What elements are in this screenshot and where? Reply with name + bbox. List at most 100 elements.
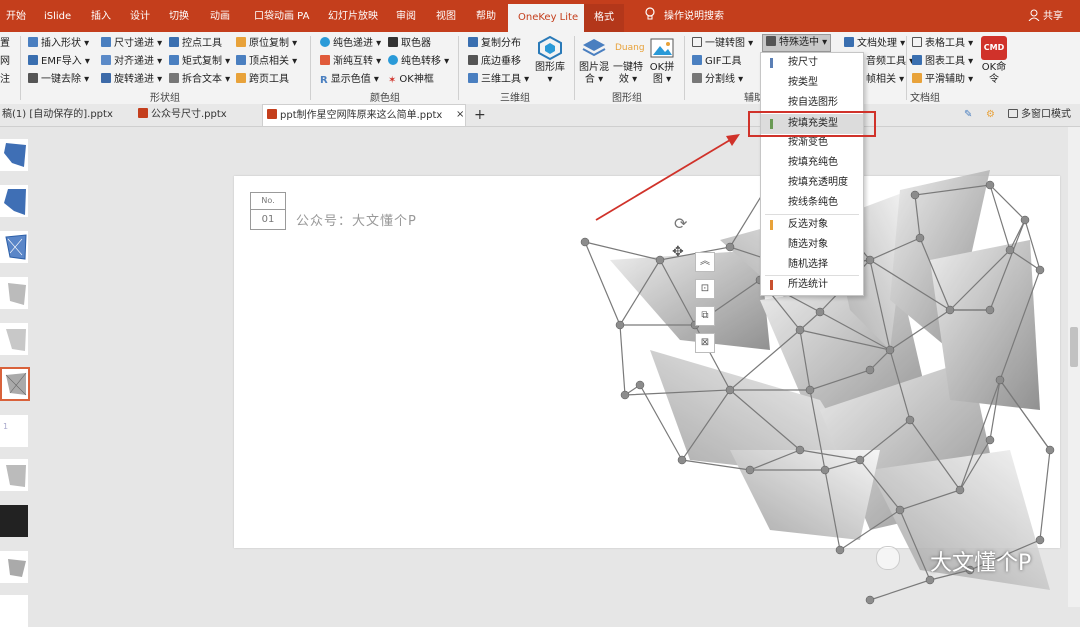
vertical-scrollbar[interactable] — [1068, 127, 1080, 607]
scrollbar-thumb[interactable] — [1070, 327, 1078, 367]
image-group-label: 图形组 — [612, 93, 642, 104]
solid-color-progression-button[interactable]: 纯色递进 ▾ — [320, 36, 381, 52]
doc-tab-active[interactable]: ppt制作星空网阵原来这么简单.pptx — [262, 104, 466, 126]
color-group-label: 颜色组 — [370, 93, 400, 104]
menu-item-by-fill-transparency[interactable]: 按填充透明度 — [761, 173, 863, 193]
settings-gear-icon[interactable]: ⚙ — [986, 104, 995, 126]
slide-thumbnail[interactable] — [0, 551, 28, 583]
tab-transition[interactable]: 切换 — [169, 0, 189, 32]
slide-thumbnail[interactable]: 1 — [0, 415, 28, 447]
copy-icon — [236, 37, 246, 47]
slide-thumbnail[interactable] — [0, 323, 28, 355]
collapse-toolbar-icon[interactable]: ︽ — [695, 252, 715, 272]
pin-icon[interactable]: ✎ — [964, 104, 972, 126]
matrix-icon — [169, 55, 179, 65]
gif-tool-button[interactable]: GIF工具 — [692, 54, 741, 70]
slide-thumbnail[interactable] — [0, 277, 28, 309]
ok-frame-icon: ✶ — [388, 75, 397, 86]
copy-distribute-button[interactable]: 复制分布 — [468, 36, 521, 52]
handle-tool-button[interactable]: 控点工具 — [169, 36, 222, 52]
menu-item-by-size[interactable]: 按尺寸 — [761, 53, 863, 73]
number-value: 01 — [261, 214, 275, 225]
bottom-vertical-move-button[interactable]: 底边垂移 — [468, 54, 521, 70]
distribute-icon — [468, 37, 478, 47]
size-progression-button[interactable]: 尺寸递进 ▾ — [101, 36, 162, 52]
menu-item-by-type[interactable]: 按类型 — [761, 73, 863, 93]
slide-thumbnail[interactable] — [0, 231, 28, 263]
doc-tab-autosave[interactable]: 稿(1) [自动保存的].pptx — [0, 104, 134, 126]
tab-home[interactable]: 开始 — [6, 0, 26, 32]
share-button[interactable]: 共享 — [1043, 0, 1063, 32]
3d-tool-button[interactable]: 三维工具 ▾ — [468, 72, 529, 88]
slide-thumbnail[interactable] — [0, 139, 28, 171]
smooth-assist-button[interactable]: 平滑辅助 ▾ — [912, 72, 973, 88]
tab-review[interactable]: 审阅 — [396, 0, 416, 32]
solid-color-transfer-button[interactable]: 纯色转移 ▾ — [388, 54, 449, 70]
tab-slideshow[interactable]: 幻灯片放映 — [328, 0, 378, 32]
one-key-remove-button[interactable]: 一键去除 ▾ — [28, 72, 89, 88]
document-process-button[interactable]: 文档处理 ▾ — [844, 36, 905, 52]
menu-item-by-fill-solid[interactable]: 按填充纯色 — [761, 153, 863, 173]
tab-view[interactable]: 视图 — [436, 0, 456, 32]
menu-item-invert-selection[interactable]: 反选对象 — [761, 215, 863, 235]
slide-thumbnail-selected[interactable] — [0, 367, 30, 401]
align-progression-button[interactable]: 对齐递进 ▾ — [101, 54, 162, 70]
menu-item-random-select[interactable]: 随机选择 — [761, 255, 863, 275]
layout-options-icon[interactable]: ⧉ — [695, 306, 715, 326]
show-color-value-button[interactable]: R 显示色值 ▾ — [320, 72, 379, 88]
table-tool-button[interactable]: 表格工具 ▾ — [912, 36, 973, 52]
emf-import-button[interactable]: EMF导入 ▾ — [28, 54, 90, 70]
frame-related-button[interactable]: 帧相关 ▾ — [866, 72, 904, 88]
doc-tab-size[interactable]: 公众号尺寸.pptx — [134, 104, 262, 126]
matrix-copy-button[interactable]: 矩式复制 ▾ — [169, 54, 230, 70]
slide-thumbnail[interactable] — [0, 595, 28, 627]
crop-icon[interactable]: ⊠ — [695, 333, 715, 353]
tab-help[interactable]: 帮助 — [476, 0, 496, 32]
tab-animation[interactable]: 动画 — [210, 0, 230, 32]
special-select-button[interactable]: 特殊选中 ▾ — [762, 34, 832, 52]
slide-thumbnail[interactable] — [0, 459, 28, 491]
slide-thumbnail[interactable] — [0, 185, 28, 217]
move-handle-icon[interactable]: ✥ — [672, 244, 684, 260]
tab-format[interactable]: 格式 — [584, 4, 624, 32]
insert-shape-button[interactable]: 插入形状 ▾ — [28, 36, 89, 52]
doc-group-label: 文档组 — [910, 93, 940, 104]
menu-item-selection-stats[interactable]: 所选统计 — [761, 275, 863, 295]
cross-page-button[interactable]: 跨页工具 — [236, 72, 289, 88]
chart-tool-button[interactable]: 图表工具 ▾ — [912, 54, 973, 70]
anchor-icon[interactable]: ⊡ — [695, 279, 715, 299]
tab-pocket-animation[interactable]: 口袋动画 PA — [254, 0, 309, 32]
in-place-copy-button[interactable]: 原位复制 ▾ — [236, 36, 297, 52]
shape-library-button[interactable]: 图形库 ▾ — [534, 35, 566, 86]
tell-me-search[interactable]: 操作说明搜索 — [664, 0, 724, 32]
rotate-progression-button[interactable]: 旋转递进 ▾ — [101, 72, 162, 88]
menu-item-by-autoshape[interactable]: 按自选图形 — [761, 93, 863, 113]
split-line-button[interactable]: 分割线 ▾ — [692, 72, 743, 88]
document-icon — [844, 37, 854, 47]
gradient-solid-convert-button[interactable]: 渐纯互转 ▾ — [320, 54, 381, 70]
bottom-move-icon — [468, 55, 478, 65]
vertex-button[interactable]: 顶点相关 ▾ — [236, 54, 297, 70]
split-text-button[interactable]: 拆合文本 ▾ — [169, 72, 230, 88]
image-blend-button[interactable]: 图片混合 ▾ — [578, 36, 610, 86]
tab-islide[interactable]: iSlide — [44, 0, 71, 32]
align-icon — [101, 55, 111, 65]
ok-collage-button[interactable]: OK拼图 ▾ — [646, 36, 678, 86]
duang-icon: Duang — [615, 43, 645, 53]
color-picker-button[interactable]: 取色器 — [388, 36, 431, 52]
slide-thumbnail[interactable] — [0, 505, 28, 537]
ok-command-button[interactable]: CMD OK命令 — [978, 36, 1010, 86]
number-label: No. — [251, 193, 285, 210]
one-key-effect-button[interactable]: Duang 一键特效 ▾ — [612, 36, 645, 86]
ok-frame-button[interactable]: ✶ OK神框 — [388, 72, 434, 88]
menu-item-follow-select[interactable]: 随选对象 — [761, 235, 863, 255]
add-tab-icon[interactable]: + — [474, 104, 486, 126]
one-key-to-image-button[interactable]: 一键转图 ▾ — [692, 36, 753, 52]
close-tab-icon[interactable]: × — [456, 104, 464, 126]
cross-page-icon — [236, 73, 246, 83]
multi-window-button[interactable]: 多窗口模式 — [1008, 104, 1071, 126]
menu-item-by-line-color[interactable]: 按线条纯色 — [761, 193, 863, 213]
tab-insert[interactable]: 插入 — [91, 0, 111, 32]
tab-design[interactable]: 设计 — [130, 0, 150, 32]
tab-onekey-lite[interactable]: OneKey Lite — [508, 4, 589, 32]
